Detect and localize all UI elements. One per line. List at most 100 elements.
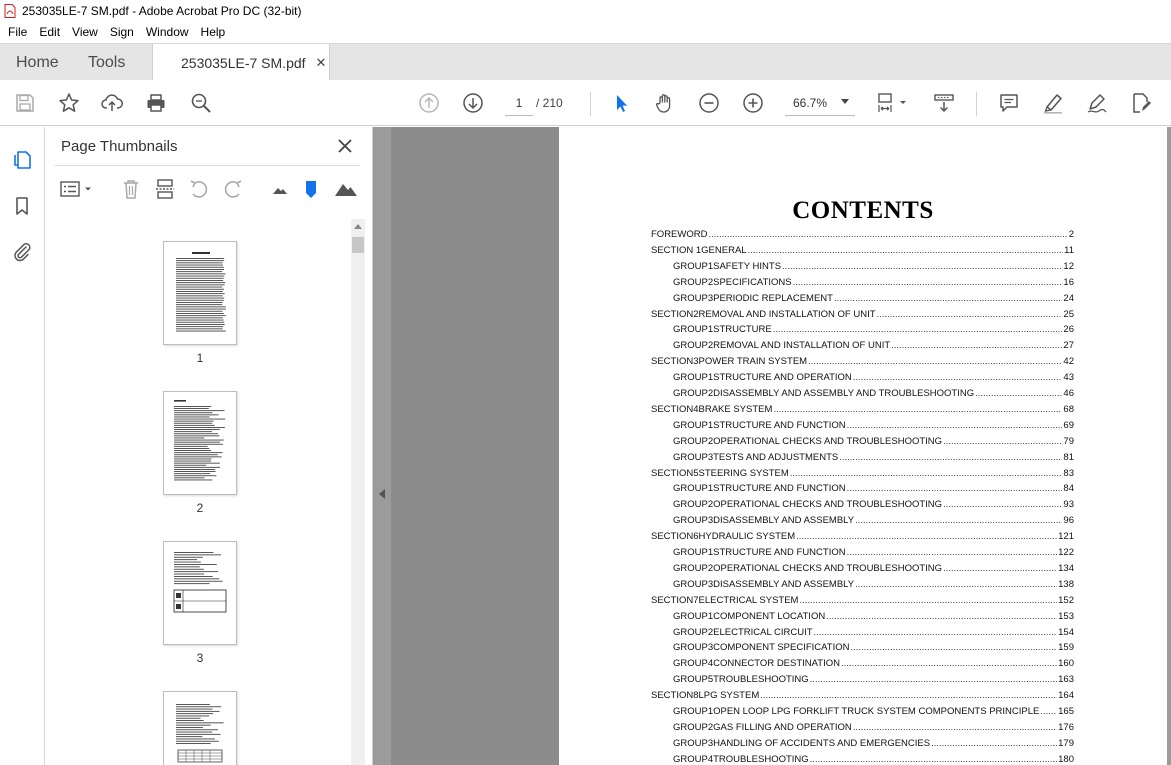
toc-entry[interactable]: GROUP2 OPERATIONAL CHECKS AND TROUBLESHOO… <box>651 436 1074 450</box>
menu-help[interactable]: Help <box>195 25 232 39</box>
close-panel-icon[interactable] <box>335 136 355 156</box>
scrollbar-thumb[interactable] <box>352 237 364 253</box>
toc-group-label: GROUP3 <box>673 292 714 304</box>
toc-entry[interactable]: GROUP4CONNECTOR DESTINATION 160 <box>651 658 1074 672</box>
toc-page-number: 134 <box>1058 562 1074 574</box>
toc-entry[interactable]: SECTION3POWER TRAIN SYSTEM 42 <box>651 356 1074 370</box>
thumbnail-options-icon[interactable] <box>59 177 95 201</box>
find-zoom-icon[interactable] <box>189 91 213 115</box>
toc-group-label: GROUP1 <box>673 706 714 717</box>
tab-home[interactable]: Home <box>16 44 59 81</box>
toc-entry[interactable]: SECTION4BRAKE SYSTEM 68 <box>651 404 1074 418</box>
toc-entry[interactable]: GROUP2 OPERATIONAL CHECKS AND TROUBLESHOO… <box>651 563 1074 577</box>
toc-page-number: 154 <box>1058 626 1074 638</box>
menu-sign[interactable]: Sign <box>104 25 140 39</box>
print-icon[interactable] <box>144 91 168 115</box>
tab-document[interactable]: 253035LE-7 SM.pdf ✕ <box>152 44 330 81</box>
toc-entry[interactable]: GROUP3PERIODIC REPLACEMENT 24 <box>651 293 1074 307</box>
toc-leader-dots <box>847 483 1063 494</box>
save-icon[interactable] <box>13 91 37 115</box>
menu-view[interactable]: View <box>66 25 104 39</box>
rotate-clockwise-icon[interactable] <box>221 177 245 201</box>
zoom-level-select[interactable]: 66.7% <box>785 90 855 116</box>
hand-tool-icon[interactable] <box>653 91 677 115</box>
zoom-in-icon[interactable] <box>741 91 765 115</box>
toc-entry[interactable]: SECTION6HYDRAULIC SYSTEM 121 <box>651 531 1074 545</box>
cloud-upload-icon[interactable] <box>100 91 124 115</box>
close-tab-icon[interactable]: ✕ <box>316 55 327 71</box>
toc-entry[interactable]: SECTION2 REMOVAL AND INSTALLATION OF UNIT… <box>651 309 1074 323</box>
menu-window[interactable]: Window <box>140 25 195 39</box>
toc-entry[interactable]: GROUP3 HANDLING OF ACCIDENTS AND EMERGENC… <box>651 738 1074 752</box>
thumbnail-larger-icon[interactable] <box>333 177 359 201</box>
thumbnail-scrollbar[interactable] <box>351 219 365 765</box>
toc-entry[interactable]: SECTION5STEERING SYSTEM 83 <box>651 468 1074 482</box>
select-cursor-icon[interactable] <box>609 91 633 115</box>
toc-entry[interactable]: GROUP2SPECIFICATIONS 16 <box>651 277 1074 291</box>
highlight-pen-icon[interactable] <box>1041 91 1065 115</box>
toc-entry[interactable]: GROUP1SAFETY HINTS 12 <box>651 261 1074 275</box>
toc-entry[interactable]: GROUP1STRUCTURE AND OPERATION 43 <box>651 372 1074 386</box>
toc-entry-title: OPERATIONAL CHECKS AND TROUBLESHOOTING <box>713 499 943 511</box>
thumbnail-slider-marker-icon[interactable] <box>299 177 323 201</box>
toc-entry[interactable]: GROUP5TROUBLESHOOTING 163 <box>651 674 1074 688</box>
menu-file[interactable]: File <box>2 25 33 39</box>
toc-leader-dots <box>808 356 1062 367</box>
toc-entry[interactable]: GROUP2ELECTRICAL CIRCUIT 154 <box>651 627 1074 641</box>
scroll-mode-icon[interactable] <box>932 91 956 115</box>
page-thumbnail-2[interactable] <box>163 391 237 495</box>
toc-entry[interactable]: SECTION8LPG SYSTEM 164 <box>651 690 1074 704</box>
toc-section-label: SECTION3 <box>651 356 699 368</box>
toc-entry[interactable]: GROUP4TROUBLESHOOTING 180 <box>651 754 1074 765</box>
toc-page-number: 2 <box>1068 229 1074 240</box>
next-page-icon[interactable] <box>461 91 485 115</box>
toc-group-label: GROUP3 <box>673 515 714 527</box>
toc-entry[interactable]: GROUP1STRUCTURE AND FUNCTION 69 <box>651 420 1074 434</box>
menu-edit[interactable]: Edit <box>33 25 66 39</box>
rotate-counterclockwise-icon[interactable] <box>187 177 211 201</box>
toc-entry[interactable]: GROUP3COMPONENT SPECIFICATION 159 <box>651 642 1074 656</box>
toc-page-number: 159 <box>1058 642 1074 654</box>
star-bookmark-icon[interactable] <box>57 91 81 115</box>
toc-entry[interactable]: GROUP3DISASSEMBLY AND ASSEMBLY 138 <box>651 579 1074 593</box>
toc-entry[interactable]: GROUP2 OPERATIONAL CHECKS AND TROUBLESHOO… <box>651 499 1074 513</box>
edit-pdf-icon[interactable] <box>1129 91 1153 115</box>
toc-entry[interactable]: GROUP3TESTS AND ADJUSTMENTS 81 <box>651 452 1074 466</box>
toc-entry-title: SPECIFICATIONS <box>713 276 792 288</box>
bookmarks-icon[interactable] <box>10 194 34 218</box>
toc-page-number: 93 <box>1063 499 1074 511</box>
toc-entry[interactable]: GROUP1 OPEN LOOP LPG FORKLIFT TRUCK SYSTE… <box>651 706 1074 720</box>
toc-entry[interactable]: GROUP2GAS FILLING AND OPERATION 176 <box>651 722 1074 736</box>
scroll-up-arrow-icon[interactable] <box>354 224 362 229</box>
toolbar-divider <box>976 92 977 116</box>
toc-entry[interactable]: GROUP1STRUCTURE AND FUNCTION 84 <box>651 483 1074 497</box>
page-number-input[interactable]: 1 <box>505 90 533 116</box>
thumbnail-smaller-icon[interactable] <box>268 177 292 201</box>
page-thumbnails-icon[interactable] <box>10 147 34 171</box>
previous-page-icon[interactable] <box>417 91 441 115</box>
page-thumbnail-3[interactable] <box>163 541 237 645</box>
toc-entry[interactable]: GROUP2 DISASSEMBLY AND ASSEMBLY AND TROUB… <box>651 388 1074 402</box>
toc-entry[interactable]: GROUP2REMOVAL AND INSTALLATION OF UNIT 27 <box>651 340 1074 354</box>
toc-entry[interactable]: GROUP1COMPONENT LOCATION 153 <box>651 611 1074 625</box>
page-fit-icon[interactable] <box>876 91 912 115</box>
toc-entry[interactable]: SECTION7ELECTRICAL SYSTEM 152 <box>651 595 1074 609</box>
attachments-icon[interactable] <box>10 239 34 263</box>
toc-leader-dots <box>810 754 1057 765</box>
toc-entry-title: STRUCTURE AND FUNCTION <box>713 419 846 431</box>
page-thumbnail-4[interactable] <box>163 691 237 765</box>
comment-icon[interactable] <box>997 91 1021 115</box>
delete-page-icon[interactable] <box>119 177 143 201</box>
toc-group-label: GROUP1 <box>673 260 714 272</box>
page-thumbnail-1[interactable] <box>163 241 237 345</box>
toc-entry[interactable]: GROUP1STRUCTURE 26 <box>651 324 1074 338</box>
toc-entry[interactable]: GROUP3DISASSEMBLY AND ASSEMBLY 96 <box>651 515 1074 529</box>
collapse-panel-handle[interactable] <box>374 482 390 506</box>
tab-tools[interactable]: Tools <box>88 44 125 81</box>
sign-pen-icon[interactable] <box>1085 91 1109 115</box>
toc-entry[interactable]: FOREWORD 2 <box>651 229 1074 243</box>
toc-entry[interactable]: GROUP1STRUCTURE AND FUNCTION 122 <box>651 547 1074 561</box>
insert-page-icon[interactable] <box>153 177 177 201</box>
zoom-out-icon[interactable] <box>697 91 721 115</box>
toc-entry[interactable]: SECTION 1GENERAL 11 <box>651 245 1074 259</box>
